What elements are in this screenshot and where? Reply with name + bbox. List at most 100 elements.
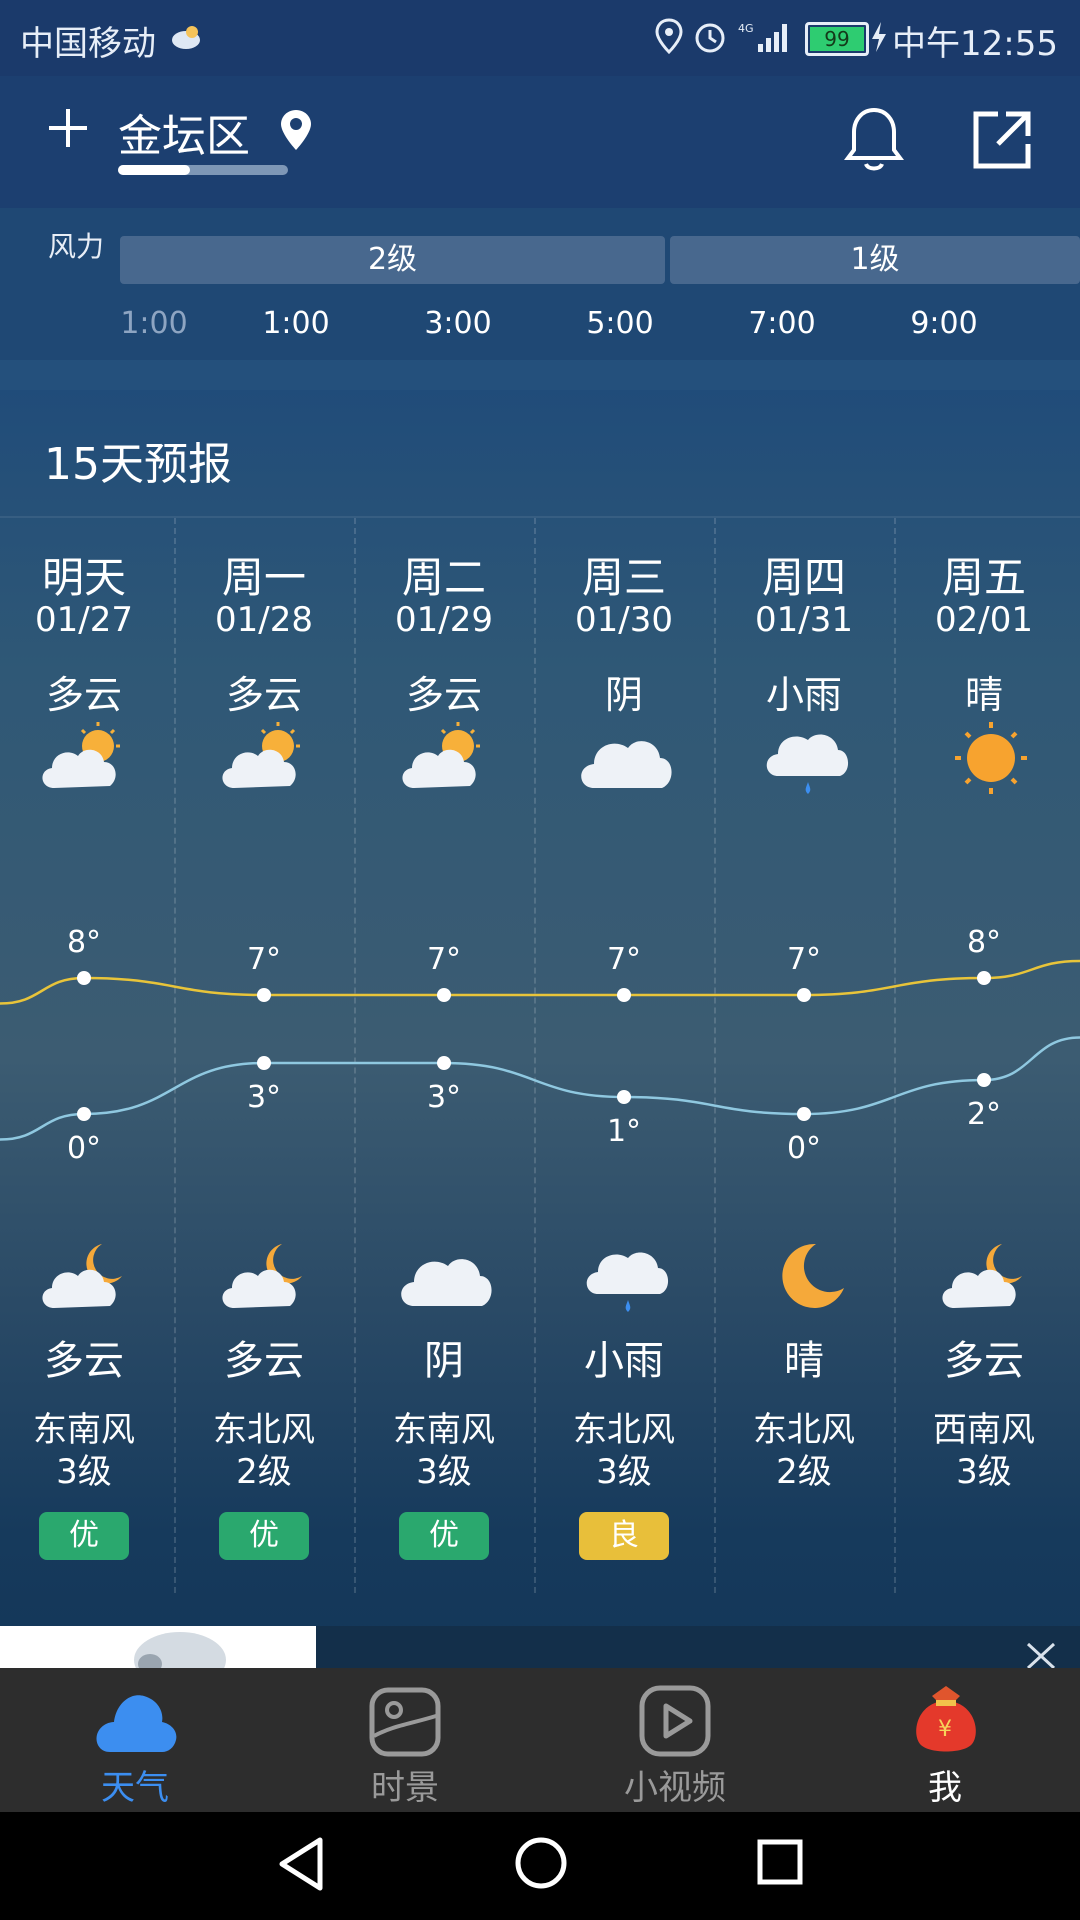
high-temp-line <box>0 959 1080 1005</box>
hour-label: 5:00 <box>586 306 654 341</box>
day-date: 01/29 <box>395 600 493 640</box>
high-temp-point <box>437 988 451 1002</box>
high-temp-point <box>977 971 991 985</box>
day-date: 01/30 <box>575 600 673 640</box>
day-date: 02/01 <box>935 600 1033 640</box>
temperature-chart: 8° 0° 7° 3° 7° 3° 7° 1° 7° 0° 8° 2° <box>0 925 1080 1166</box>
tab-weather[interactable]: 天气 <box>0 1668 270 1812</box>
aqi-badge[interactable]: 优 <box>399 1512 489 1560</box>
partly-cloudy-night-icon <box>942 1244 1022 1308</box>
day-weather: 多云 <box>405 673 482 717</box>
close-icon[interactable] <box>1024 1640 1058 1668</box>
tab-me[interactable]: ¥ 我 <box>810 1668 1080 1812</box>
wind-level: 3级 <box>596 1452 652 1492</box>
wind-segment: 1级 <box>670 236 1080 284</box>
status-bar: 中国移动 4G 99 中午12:55 <box>0 0 1080 76</box>
low-temp-line <box>0 1036 1080 1141</box>
aqi-badge[interactable]: 良 <box>579 1512 669 1560</box>
wind-level: 2级 <box>236 1452 292 1492</box>
low-temp-label: 0° <box>67 1131 101 1166</box>
high-temp-point <box>797 988 811 1002</box>
tab-label: 小视频 <box>624 1768 726 1808</box>
tab-label: 时景 <box>371 1768 439 1808</box>
page-indicator <box>118 165 288 175</box>
battery-icon: 99 <box>805 22 869 56</box>
ad-banner[interactable] <box>0 1626 316 1688</box>
wind-level: 3级 <box>956 1452 1012 1492</box>
high-temp-point <box>257 988 271 1002</box>
high-temp-label: 7° <box>427 942 461 977</box>
landscape-icon <box>369 1687 441 1757</box>
low-temp-point <box>257 1056 271 1070</box>
section-separator <box>0 360 1080 390</box>
day-name: 周五 <box>941 553 1026 602</box>
back-icon[interactable] <box>276 1836 326 1892</box>
tab-video[interactable]: 小视频 <box>540 1668 810 1812</box>
low-temp-label: 3° <box>427 1080 461 1115</box>
partly-cloudy-day-icon <box>402 722 480 788</box>
day-weather: 阴 <box>604 673 643 717</box>
recents-icon[interactable] <box>756 1838 804 1886</box>
high-temp-point <box>617 988 631 1002</box>
lucky-bag-icon: ¥ <box>916 1686 976 1752</box>
aqi-badge[interactable]: 优 <box>219 1512 309 1560</box>
low-temp-label: 2° <box>967 1097 1001 1132</box>
forecast-title: 15天预报 <box>44 439 232 490</box>
partly-cloudy-night-icon <box>42 1244 122 1308</box>
page-indicator-dot <box>118 165 190 175</box>
clock: 中午12:55 <box>892 24 1058 64</box>
city-name[interactable]: 金坛区 <box>118 100 250 164</box>
day-name: 周一 <box>221 553 306 602</box>
day-name: 明天 <box>41 553 126 602</box>
night-weather: 阴 <box>424 1338 464 1384</box>
bell-icon[interactable] <box>842 104 906 176</box>
home-icon[interactable] <box>514 1836 568 1890</box>
cloud-icon <box>96 1695 177 1752</box>
low-temp-point <box>977 1073 991 1087</box>
day-weather: 晴 <box>964 673 1003 717</box>
high-temp-label: 7° <box>787 942 821 977</box>
play-icon <box>639 1685 711 1757</box>
hour-label: 7:00 <box>748 306 816 341</box>
hour-label: 1:00 <box>120 306 188 341</box>
light-rain-icon <box>766 734 849 794</box>
wind-level: 2级 <box>776 1452 832 1492</box>
hour-label: 3:00 <box>424 306 492 341</box>
location-status-icon <box>655 18 683 54</box>
cloud-icon <box>581 741 672 788</box>
light-rain-icon <box>586 1252 669 1312</box>
day-weather: 多云 <box>45 673 122 717</box>
high-temp-label: 8° <box>967 925 1001 960</box>
day-name: 周四 <box>761 553 846 602</box>
day-date: 01/28 <box>215 600 313 640</box>
tab-label: 我 <box>928 1768 962 1808</box>
system-nav-bar <box>0 1812 1080 1920</box>
add-city-button[interactable] <box>46 106 90 150</box>
low-temp-label: 0° <box>787 1131 821 1166</box>
day-weather: 多云 <box>225 673 302 717</box>
ad-image <box>134 1632 226 1688</box>
wind-level: 3级 <box>416 1452 472 1492</box>
partly-cloudy-day-icon <box>222 722 300 788</box>
svg-text:4G: 4G <box>738 22 754 35</box>
hour-label: 9:00 <box>910 306 978 341</box>
day-weather: 小雨 <box>765 673 842 717</box>
low-temp-label: 1° <box>607 1114 641 1149</box>
low-temp-label: 3° <box>247 1080 281 1115</box>
high-temp-point <box>77 971 91 985</box>
battery-level: 99 <box>810 27 864 51</box>
night-weather: 多云 <box>224 1338 304 1384</box>
ad-bar <box>316 1626 1080 1668</box>
carrier-label: 中国移动 <box>20 24 156 64</box>
cloud-icon <box>401 1259 492 1306</box>
partly-cloudy-day-icon <box>42 722 120 788</box>
hour-label: 1:00 <box>262 306 330 341</box>
night-weather: 多云 <box>944 1338 1024 1384</box>
share-icon[interactable] <box>970 108 1034 172</box>
alarm-status-icon <box>695 23 725 53</box>
aqi-badge[interactable]: 优 <box>39 1512 129 1560</box>
low-temp-point <box>77 1107 91 1121</box>
sun-icon <box>955 722 1027 794</box>
day-date: 01/31 <box>755 600 853 640</box>
tab-scenery[interactable]: 时景 <box>270 1668 540 1812</box>
